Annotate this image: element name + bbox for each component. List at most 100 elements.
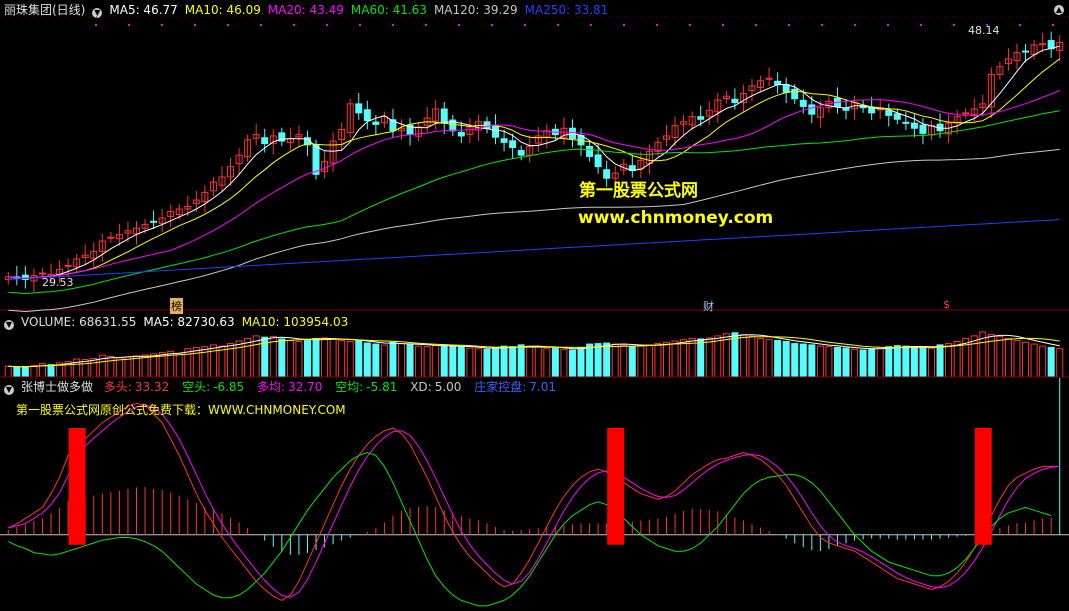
volume-bar [492, 346, 500, 378]
volume-bar [637, 345, 645, 378]
volume-panel[interactable]: ▼ VOLUME: 68631.55 MA5: 82730.63 MA10: 1039… [0, 312, 1069, 378]
volume-bar [295, 341, 303, 378]
buy-signal-bar [68, 428, 86, 545]
top-signal-dot [293, 24, 295, 26]
volume-bar [466, 347, 474, 378]
volume-bar [338, 339, 346, 378]
top-signal-dot [458, 24, 460, 26]
volume-bar [620, 344, 628, 378]
top-signal-dot [491, 24, 493, 26]
volume-bar [4, 365, 12, 378]
ma10-line [8, 58, 1061, 279]
top-signal-dot [194, 24, 196, 26]
volume-ma5-line [8, 334, 1060, 368]
ma250-line [8, 219, 1060, 280]
volume-bar [13, 366, 21, 378]
candle-body [372, 121, 380, 125]
volume-bar [218, 345, 226, 378]
volume-bar [928, 347, 935, 378]
volume-bar [184, 348, 192, 378]
volume-bar [663, 341, 670, 378]
candle-body [517, 150, 525, 156]
top-signal-dot [128, 24, 130, 26]
volume-bar [654, 343, 662, 378]
candle-body [791, 88, 799, 100]
volume-bar [321, 337, 329, 378]
volume-bar [406, 344, 414, 378]
volume-bar [252, 335, 260, 378]
volume-bar [209, 344, 217, 378]
top-signal-dot [326, 24, 328, 26]
volume-bar [782, 341, 790, 378]
volume-bar [201, 346, 209, 378]
volume-bar [440, 344, 448, 378]
volume-bar [680, 339, 688, 378]
top-signal-dot [260, 24, 262, 26]
buy-signal-bar [607, 428, 625, 545]
volume-bar [953, 341, 961, 378]
volume-bar [1047, 346, 1055, 378]
candle-body [586, 145, 594, 157]
volume-bar [278, 338, 286, 378]
volume-bar [124, 356, 132, 378]
low-price-label: 29.53 [42, 276, 74, 289]
top-signal-dot [95, 24, 97, 26]
volume-bar [303, 339, 311, 378]
volume-bar [175, 352, 183, 378]
ma120-line [8, 148, 1060, 312]
volume-bar [731, 332, 739, 378]
candle-body [509, 140, 517, 148]
volume-bar [346, 341, 354, 378]
volume-bar [902, 345, 910, 378]
volume-bar [312, 337, 320, 378]
volume-bar [859, 349, 867, 378]
volume-bar [628, 346, 636, 378]
price-panel[interactable]: 丽珠集团(日线) ▼ MA5: 46.77 MA10: 46.09 MA20: 43.4… [0, 0, 1069, 314]
volume-chart[interactable] [0, 312, 1069, 378]
volume-bar [603, 342, 611, 378]
candle-body [457, 131, 465, 137]
volume-bar [286, 339, 294, 378]
watermark-title: 第一股票公式网 [579, 181, 698, 201]
volume-bar [1022, 341, 1030, 378]
volume-bar [945, 343, 953, 378]
volume-bar [714, 335, 722, 378]
candle-body [492, 124, 500, 138]
volume-bar [996, 335, 1004, 378]
candle-body [107, 236, 115, 239]
watermark-url: www.chnmoney.com [578, 208, 774, 228]
volume-bar [21, 366, 29, 378]
volume-bar [560, 348, 568, 378]
volume-bar [1030, 343, 1038, 378]
top-signal-dot [524, 24, 526, 26]
indicator-panel[interactable]: ▼ 张博士做多做 多头: 33.32 空头: -6.85 多均: 32.70 空均: -5… [0, 378, 1069, 611]
volume-bar [1004, 337, 1012, 378]
volume-bar [568, 349, 576, 378]
volume-bar [192, 346, 200, 378]
volume-bar [876, 346, 884, 378]
volume-bar [851, 348, 859, 378]
candle-body [594, 154, 602, 168]
volume-bar [47, 364, 55, 378]
volume-bar [380, 344, 388, 378]
candle-body [355, 103, 363, 114]
duotou-line [8, 402, 1060, 601]
event-marker-3[interactable]: $ [943, 298, 950, 311]
top-signal-dot [722, 24, 724, 26]
volume-bar [816, 345, 824, 378]
top-signal-dot [788, 24, 790, 26]
volume-bar [697, 338, 705, 378]
top-signal-dot [161, 24, 163, 26]
candle-body [440, 108, 448, 124]
candle-body [902, 121, 910, 124]
candle-body [500, 138, 508, 143]
volume-bar [586, 343, 594, 378]
volume-bar [1056, 348, 1064, 378]
price-chart[interactable] [0, 0, 1069, 312]
volume-bar [509, 346, 517, 378]
candle-body [363, 109, 371, 122]
volume-bar [671, 340, 679, 378]
volume-bar [329, 338, 337, 378]
volume-bar [885, 346, 893, 378]
top-signal-dot [689, 24, 691, 26]
